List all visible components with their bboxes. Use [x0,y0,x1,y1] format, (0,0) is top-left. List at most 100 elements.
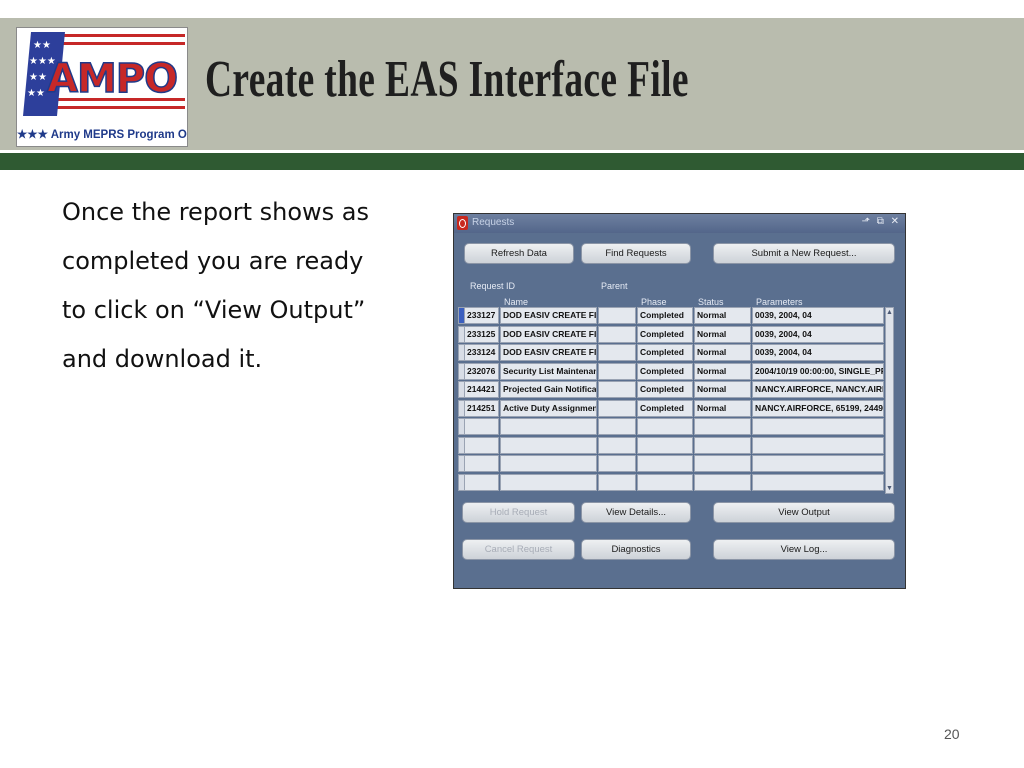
parameters-cell[interactable]: 0039, 2004, 04 [752,307,884,324]
parent-cell[interactable] [598,436,636,454]
scroll-down-icon[interactable]: ▼ [886,484,893,493]
request-id-cell[interactable]: 233127 [464,307,499,324]
request-id-cell[interactable] [464,473,499,491]
parent-cell[interactable] [598,307,636,324]
view-output-button[interactable]: View Output [713,502,895,523]
instruction-line: to click on “View Output” [62,296,366,324]
status-cell[interactable]: Normal [694,325,751,343]
parameters-cell[interactable]: 2004/10/19 00:00:00, SINGLE_PROF [752,362,884,380]
logo-wordmark: AMPO [47,56,177,102]
column-header-name: Name [504,297,529,307]
header-green-band [0,153,1024,170]
name-cell[interactable] [500,418,597,435]
name-cell[interactable]: DOD EASIV CREATE FILE [500,344,597,361]
table-row[interactable]: 233127 DOD EASIV CREATE FILE Completed Norm… [464,307,885,325]
status-cell[interactable]: Normal [694,399,751,417]
phase-cell[interactable]: Completed [637,399,693,417]
phase-cell[interactable]: Completed [637,381,693,398]
table-row[interactable]: 233124 DOD EASIV CREATE FILE Completed Norm… [464,344,885,362]
request-id-cell[interactable]: 214421 [464,381,499,398]
table-row[interactable] [464,473,885,492]
table-scrollbar[interactable]: ▲ ▼ [885,307,894,494]
status-cell[interactable] [694,473,751,491]
status-cell[interactable]: Normal [694,362,751,380]
phase-cell[interactable] [637,473,693,491]
parent-cell[interactable] [598,399,636,417]
view-log-button[interactable]: View Log... [713,539,895,560]
table-row[interactable]: 233125 DOD EASIV CREATE FILE Completed Norm… [464,325,885,344]
page-title: Create the EAS Interface File [205,51,689,108]
parent-cell[interactable] [598,325,636,343]
window-titlebar[interactable]: Requests ⬏ ⧉ ✕ [454,214,905,233]
parameters-cell[interactable]: NANCY.AIRFORCE, NANCY.AIRFOR [752,381,884,398]
ampo-logo: ★★ ★★★ ★★ ★★ AMPO ★★★ Army MEPRS Program… [16,27,188,147]
parent-cell[interactable] [598,344,636,361]
column-header-status: Status [698,297,724,307]
table-row[interactable]: 214421Projected Gain Notification Complet… [464,381,885,399]
request-id-cell[interactable] [464,455,499,472]
parameters-cell[interactable] [752,418,884,435]
cancel-request-button[interactable]: Cancel Request [462,539,575,560]
table-row[interactable]: 232076Security List Maintenance Completed… [464,362,885,381]
table-row[interactable] [464,455,885,473]
parameters-cell[interactable]: 0039, 2004, 04 [752,325,884,343]
phase-cell[interactable]: Completed [637,325,693,343]
name-cell[interactable]: Security List Maintenance [500,362,597,380]
column-header-phase: Phase [641,297,667,307]
status-cell[interactable]: Normal [694,307,751,324]
flag-logo-graphic: ★★ ★★★ ★★ ★★ AMPO [17,28,187,128]
parent-cell[interactable] [598,418,636,435]
table-row[interactable] [464,436,885,455]
view-details-button[interactable]: View Details... [581,502,691,523]
parent-cell[interactable] [598,362,636,380]
status-cell[interactable] [694,436,751,454]
parameters-cell[interactable] [752,473,884,491]
table-row[interactable]: 214251Active Duty Assignment FCompletedN… [464,399,885,418]
parameters-cell[interactable] [752,436,884,454]
instruction-line: completed you are ready [62,247,364,275]
phase-cell[interactable]: Completed [637,307,693,324]
status-cell[interactable] [694,418,751,435]
request-id-cell[interactable] [464,418,499,435]
status-cell[interactable]: Normal [694,344,751,361]
phase-cell[interactable]: Completed [637,344,693,361]
parent-cell[interactable] [598,473,636,491]
status-cell[interactable]: Normal [694,381,751,398]
name-cell[interactable] [500,455,597,472]
name-cell[interactable]: Active Duty Assignment F [500,399,597,417]
svg-text:★★: ★★ [33,40,51,51]
name-cell[interactable]: DOD EASIV CREATE FILE [500,307,597,324]
request-id-cell[interactable] [464,436,499,454]
table-row[interactable] [464,418,885,436]
request-id-cell[interactable]: 233125 [464,325,499,343]
window-title: Requests [472,217,515,228]
column-header-parent: Parent [601,281,628,291]
parent-cell[interactable] [598,455,636,472]
parent-cell[interactable] [598,381,636,398]
request-id-cell[interactable]: 233124 [464,344,499,361]
instruction-line: Once the report shows as [62,198,370,226]
name-cell[interactable] [500,473,597,491]
submit-new-request-button[interactable]: Submit a New Request... [713,243,895,264]
phase-cell[interactable]: Completed [637,362,693,380]
request-id-cell[interactable]: 214251 [464,399,499,417]
phase-cell[interactable] [637,455,693,472]
name-cell[interactable]: DOD EASIV CREATE FILE [500,325,597,343]
scroll-up-icon[interactable]: ▲ [886,308,893,317]
parameters-cell[interactable] [752,455,884,472]
refresh-data-button[interactable]: Refresh Data [464,243,574,264]
phase-cell[interactable] [637,418,693,435]
parameters-cell[interactable]: 0039, 2004, 04 [752,344,884,361]
window-controls-icon[interactable]: ⬏ ⧉ ✕ [862,216,901,227]
request-id-cell[interactable]: 232076 [464,362,499,380]
find-requests-button[interactable]: Find Requests [581,243,691,264]
instruction-text: Once the report shows as completed you a… [62,188,442,384]
name-cell[interactable]: Projected Gain Notification [500,381,597,398]
parameters-cell[interactable]: NANCY.AIRFORCE, 65199, 244954, [752,399,884,417]
logo-caption: ★★★ Army MEPRS Program Office [17,129,187,141]
name-cell[interactable] [500,436,597,454]
phase-cell[interactable] [637,436,693,454]
hold-request-button[interactable]: Hold Request [462,502,575,523]
status-cell[interactable] [694,455,751,472]
diagnostics-button[interactable]: Diagnostics [581,539,691,560]
